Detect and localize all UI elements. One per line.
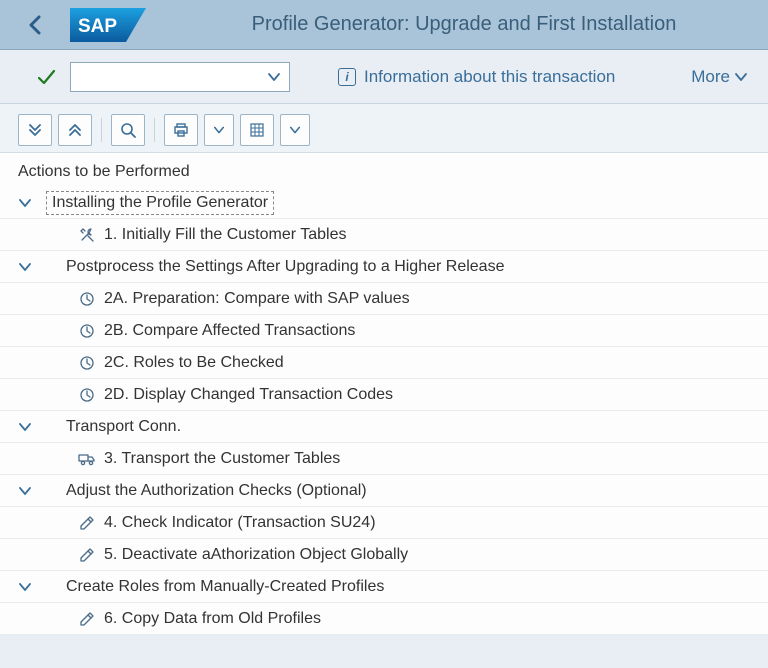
back-button[interactable] (18, 15, 52, 35)
page-title: Profile Generator: Upgrade and First Ins… (178, 13, 750, 36)
chevron-down-icon (18, 198, 38, 208)
grid-button[interactable] (240, 114, 274, 146)
tree-node-label: Installing the Profile Generator (46, 191, 274, 215)
chevron-down-icon (18, 422, 38, 432)
more-menu[interactable]: More (691, 67, 748, 87)
expand-all-button[interactable] (18, 114, 52, 146)
double-chevron-down-icon (27, 122, 43, 138)
chevron-down-icon (267, 72, 281, 82)
tree-node[interactable]: Postprocess the Settings After Upgrading… (0, 251, 768, 283)
tools-icon (78, 227, 96, 243)
chevron-down-icon (213, 125, 225, 135)
truck-icon (78, 451, 96, 467)
tree-leaf[interactable]: 3. Transport the Customer Tables (0, 443, 768, 475)
tree-leaf-label: 2B. Compare Affected Transactions (104, 322, 355, 340)
tree-leaf-label: 6. Copy Data from Old Profiles (104, 610, 321, 628)
tree-leaf-label: 5. Deactivate aAthorization Object Globa… (104, 546, 408, 564)
chevron-down-icon (289, 125, 301, 135)
tree-leaf[interactable]: 4. Check Indicator (Transaction SU24) (0, 507, 768, 539)
search-button[interactable] (111, 114, 145, 146)
info-icon: i (338, 68, 356, 86)
grid-dropdown[interactable] (280, 114, 310, 146)
clock-icon (78, 291, 96, 307)
clock-icon (78, 355, 96, 371)
pencil-icon (78, 547, 96, 563)
clock-icon (78, 387, 96, 403)
tree-node-label: Postprocess the Settings After Upgrading… (46, 258, 504, 276)
tree-node[interactable]: Create Roles from Manually-Created Profi… (0, 571, 768, 603)
tree-leaf[interactable]: 2D. Display Changed Transaction Codes (0, 379, 768, 411)
grid-icon (249, 122, 265, 138)
tree-node[interactable]: Installing the Profile Generator (0, 187, 768, 219)
tree-leaf-label: 4. Check Indicator (Transaction SU24) (104, 514, 376, 532)
tree-leaf-label: 3. Transport the Customer Tables (104, 450, 340, 468)
command-dropdown[interactable] (70, 62, 290, 92)
tree-leaf-label: 2D. Display Changed Transaction Codes (104, 386, 393, 404)
tree-node-label: Transport Conn. (46, 418, 181, 436)
pencil-icon (78, 515, 96, 531)
tree-leaf-label: 2A. Preparation: Compare with SAP values (104, 290, 410, 308)
chevron-down-icon (734, 72, 748, 82)
double-chevron-up-icon (67, 122, 83, 138)
tree-leaf[interactable]: 5. Deactivate aAthorization Object Globa… (0, 539, 768, 571)
pencil-icon (78, 611, 96, 627)
sub-toolbar: i Information about this transaction Mor… (0, 50, 768, 104)
app-header: SAP Profile Generator: Upgrade and First… (0, 0, 768, 50)
tree-node-label: Adjust the Authorization Checks (Optiona… (46, 482, 367, 500)
tree-leaf[interactable]: 2A. Preparation: Compare with SAP values (0, 283, 768, 315)
tree-node-label: Create Roles from Manually-Created Profi… (46, 578, 384, 596)
chevron-down-icon (18, 582, 38, 592)
icon-toolbar (0, 104, 768, 152)
tree-node[interactable]: Adjust the Authorization Checks (Optiona… (0, 475, 768, 507)
print-dropdown[interactable] (204, 114, 234, 146)
svg-text:SAP: SAP (78, 16, 117, 37)
info-link-label: Information about this transaction (364, 67, 615, 87)
tree-panel: Actions to be Performed Installing the P… (0, 152, 768, 635)
printer-icon (173, 122, 189, 138)
clock-icon (78, 323, 96, 339)
tree-node[interactable]: Transport Conn. (0, 411, 768, 443)
tree-heading: Actions to be Performed (0, 159, 768, 187)
print-button[interactable] (164, 114, 198, 146)
chevron-down-icon (18, 262, 38, 272)
search-icon (120, 122, 136, 138)
tree-leaf-label: 2C. Roles to Be Checked (104, 354, 284, 372)
sap-logo: SAP (70, 6, 148, 44)
tree-leaf[interactable]: 2C. Roles to Be Checked (0, 347, 768, 379)
tree-leaf[interactable]: 2B. Compare Affected Transactions (0, 315, 768, 347)
tree-leaf-label: 1. Initially Fill the Customer Tables (104, 226, 346, 244)
tree-leaf[interactable]: 6. Copy Data from Old Profiles (0, 603, 768, 635)
info-transaction-link[interactable]: i Information about this transaction (338, 67, 615, 87)
tree-leaf[interactable]: 1. Initially Fill the Customer Tables (0, 219, 768, 251)
more-label: More (691, 67, 730, 87)
collapse-all-button[interactable] (58, 114, 92, 146)
chevron-left-icon (28, 15, 42, 35)
ok-check-icon[interactable] (36, 67, 56, 87)
chevron-down-icon (18, 486, 38, 496)
